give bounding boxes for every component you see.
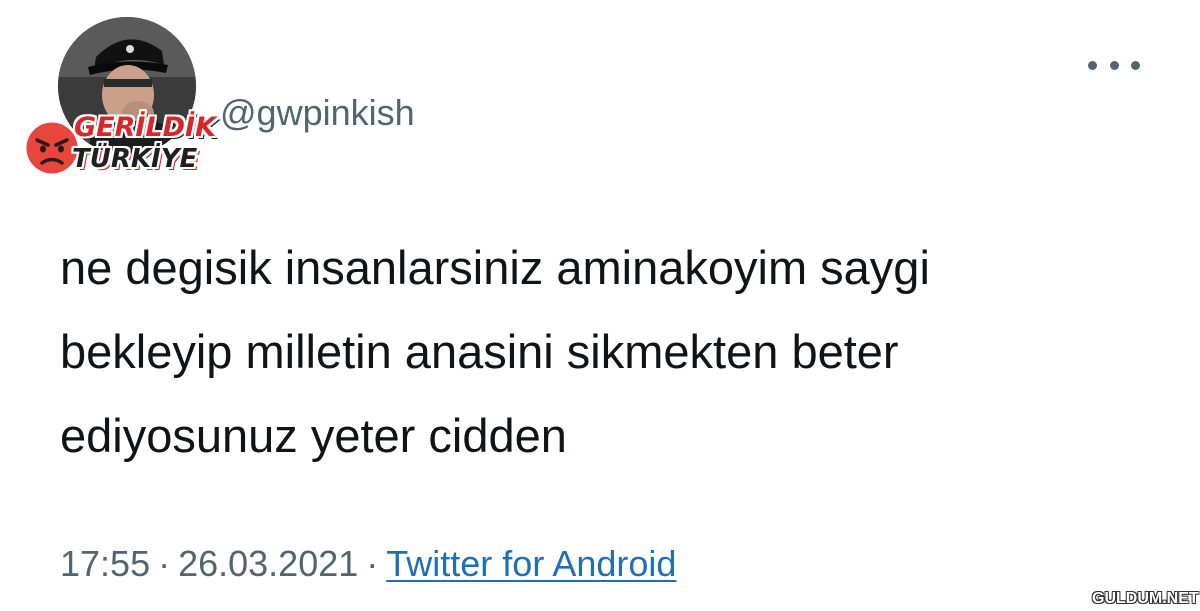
user-handle[interactable]: @gwpinkish <box>220 92 415 134</box>
tweet-text-line: ne degisik insanlarsiniz aminakoyim sayg… <box>60 241 930 294</box>
tweet-text-line: ediyosunuz yeter cidden <box>60 409 567 462</box>
tweet-source-link[interactable]: Twitter for Android <box>386 543 676 584</box>
dot <box>1131 60 1140 70</box>
tweet-date[interactable]: 26.03.2021 <box>178 543 358 584</box>
tweet-time[interactable]: 17:55 <box>60 543 150 584</box>
badge-subtitle: TÜRKİYE <box>72 144 198 174</box>
tweet-card: GERİLDİK TÜRKİYE @gwpinkish ne degisik i… <box>0 0 1200 611</box>
separator: · <box>158 543 171 584</box>
separator: · <box>366 543 379 584</box>
watermark: GULDUM.NET <box>1092 590 1199 607</box>
tweet-meta: 17:55 · 26.03.2021 · Twitter for Android <box>60 543 676 585</box>
dot <box>1088 60 1097 70</box>
tweet-text-line: bekleyip milletin anasini sikmekten bete… <box>60 325 899 378</box>
geril-dik-turkiye-logo: GERİLDİK TÜRKİYE <box>16 108 228 186</box>
tweet-text: ne degisik insanlarsiniz aminakoyim sayg… <box>60 226 1170 478</box>
dot <box>1109 60 1119 70</box>
more-options-icon[interactable] <box>1088 52 1140 78</box>
badge-title: GERİLDİK <box>74 112 217 143</box>
